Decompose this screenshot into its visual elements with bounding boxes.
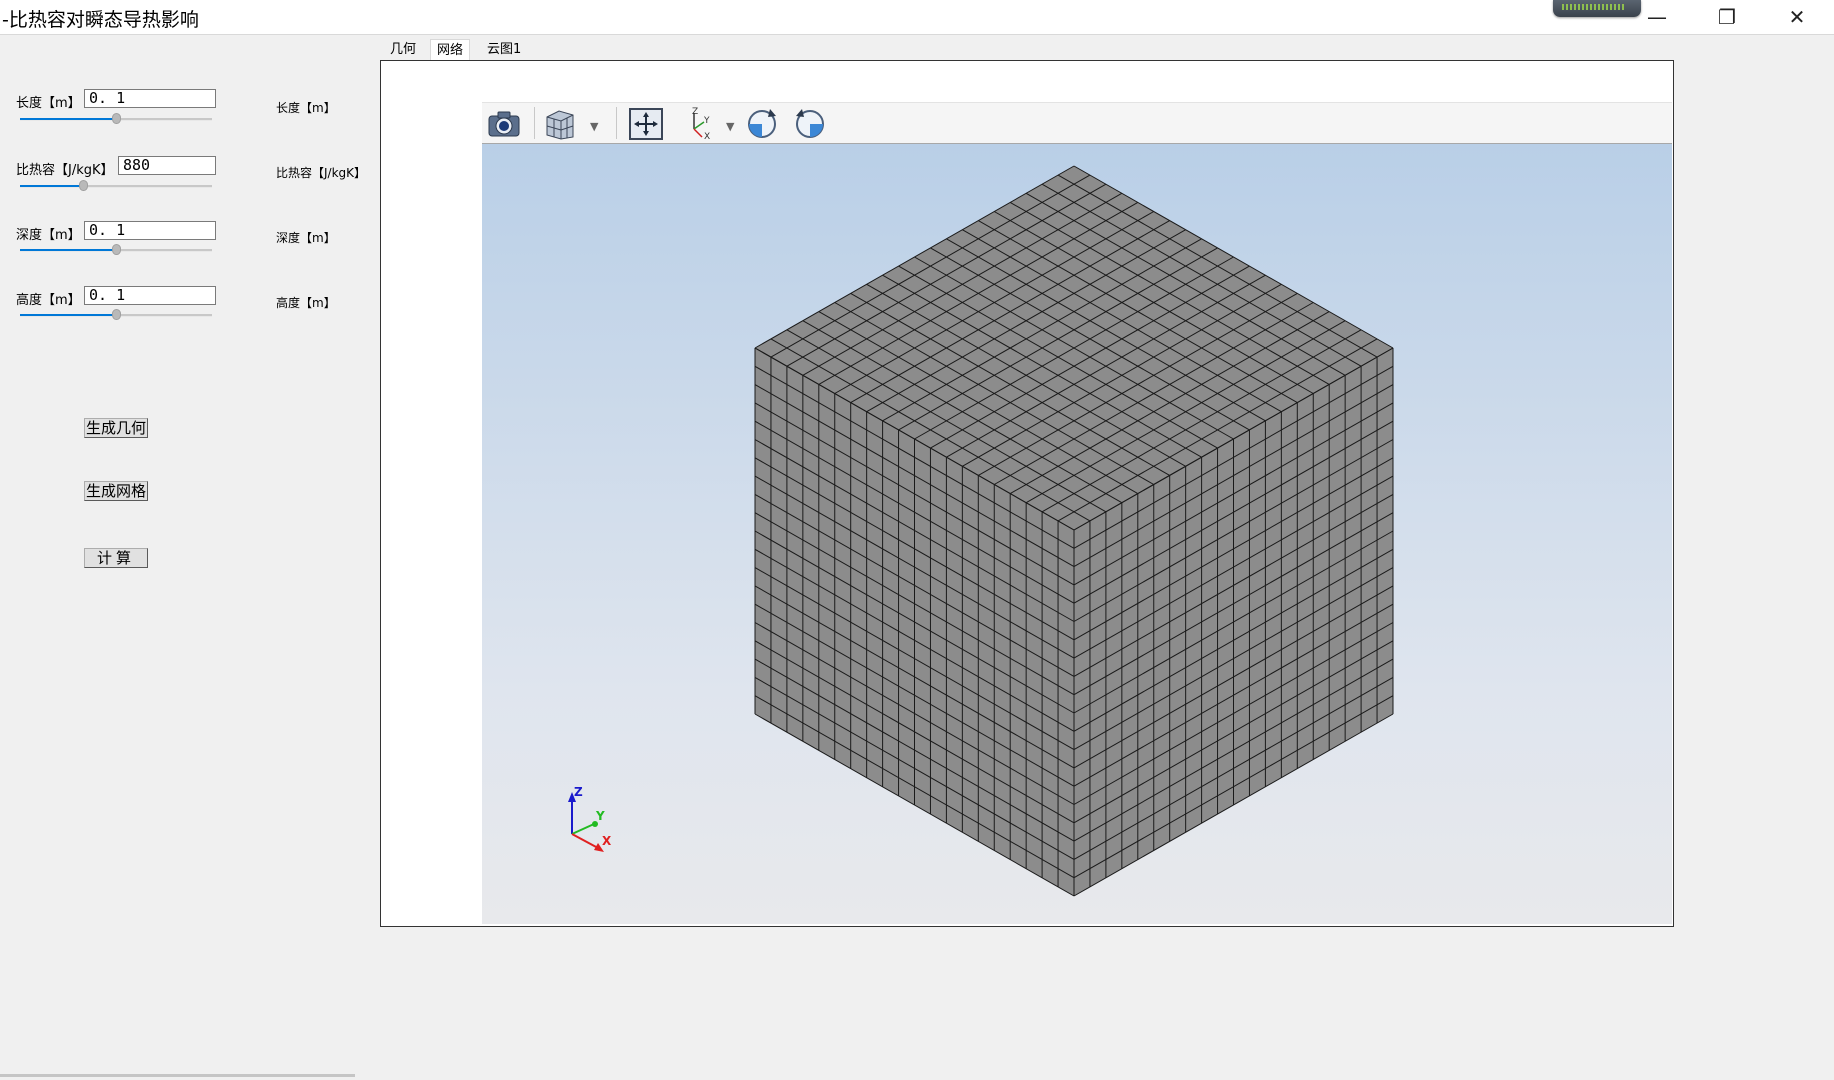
svg-text:Y: Y [703, 116, 710, 126]
height-slider-fill [20, 314, 116, 316]
viewer-toolbar: ▼ Z Y X ▼ [482, 102, 1672, 144]
height-input[interactable] [84, 286, 216, 305]
generate-geometry-button[interactable]: 生成几何 [84, 418, 148, 438]
axes-button[interactable]: Z Y X [682, 107, 718, 141]
height-slider[interactable] [20, 309, 212, 320]
minimize-button[interactable]: — [1622, 0, 1692, 34]
rotate-ccw-button[interactable] [792, 107, 828, 141]
screenshot-button[interactable] [486, 107, 522, 141]
length-slider[interactable] [20, 113, 212, 124]
view-cube-icon [546, 110, 574, 140]
specific-heat-slider[interactable] [20, 180, 212, 191]
3d-viewport[interactable]: Z Y X [482, 144, 1672, 924]
axis-z-label: Z [574, 785, 583, 799]
depth-slider[interactable] [20, 244, 212, 255]
fit-view-button[interactable] [628, 107, 664, 141]
length-slider-fill [20, 118, 116, 120]
svg-text:X: X [704, 132, 710, 141]
depth-input[interactable] [84, 221, 216, 240]
view-cube-button[interactable] [542, 107, 578, 141]
length-slider-thumb[interactable] [112, 113, 121, 124]
fit-view-icon [629, 108, 663, 140]
tab-contour[interactable]: 云图1 [481, 39, 528, 60]
height-label: 高度【m】 [16, 293, 81, 308]
axes-dropdown-icon[interactable]: ▼ [726, 120, 734, 133]
status-strip [0, 1074, 355, 1077]
restore-button[interactable]: ❐ [1692, 0, 1762, 34]
specific-heat-slider-fill [20, 185, 84, 187]
specific-heat-slider-thumb[interactable] [79, 180, 89, 191]
compute-button[interactable]: 计算 [84, 548, 148, 568]
mesh-cube [754, 165, 1394, 897]
axis-x-label: X [602, 834, 612, 848]
rotate-cw-button[interactable] [744, 107, 780, 141]
rotate-ccw-icon [796, 109, 824, 138]
restore-icon: ❐ [1718, 5, 1736, 29]
specific-heat-readout-label: 比热容【J/kgK】 [276, 166, 367, 180]
generate-mesh-button[interactable]: 生成网格 [84, 481, 148, 501]
tab-mesh[interactable]: 网络 [430, 39, 471, 61]
depth-slider-thumb[interactable] [112, 244, 121, 255]
tab-geometry[interactable]: 几何 [384, 39, 423, 60]
view-cube-dropdown-icon[interactable]: ▼ [590, 120, 598, 133]
length-label: 长度【m】 [16, 96, 81, 111]
height-readout-label: 高度【m】 [276, 296, 336, 310]
specific-heat-input[interactable] [118, 156, 216, 175]
rotate-cw-icon [748, 109, 776, 138]
depth-readout-label: 深度【m】 [276, 231, 336, 245]
axes-icon: Z Y X [692, 107, 710, 141]
specific-heat-label: 比热容【J/kgK】 [16, 163, 114, 178]
minimize-icon: — [1647, 5, 1667, 29]
svg-text:Z: Z [692, 107, 698, 117]
depth-label: 深度【m】 [16, 228, 81, 243]
camera-icon [488, 111, 520, 137]
length-input[interactable] [84, 89, 216, 108]
depth-slider-fill [20, 249, 116, 251]
height-slider-thumb[interactable] [112, 309, 121, 320]
axis-triad: Z Y X [568, 785, 612, 852]
close-icon: ✕ [1788, 5, 1806, 29]
length-readout-label: 长度【m】 [276, 101, 336, 115]
title-bar: -比热容对瞬态导热影响 — ❐ ✕ [0, 0, 1834, 35]
axis-y-label: Y [595, 809, 605, 823]
window-title: -比热容对瞬态导热影响 [2, 9, 199, 31]
close-button[interactable]: ✕ [1762, 0, 1832, 34]
